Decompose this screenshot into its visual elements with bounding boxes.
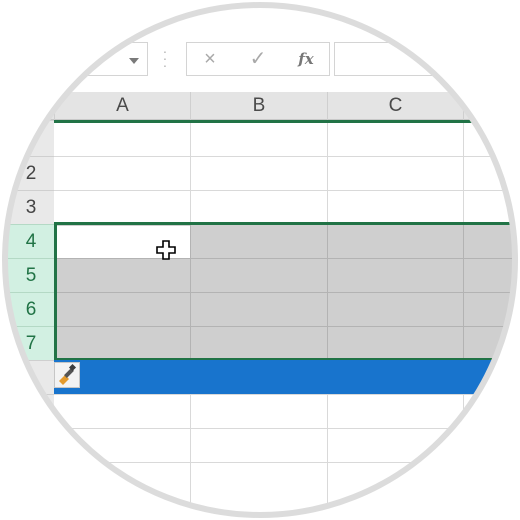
cell-select-cursor-icon <box>156 240 176 260</box>
row-header-3[interactable]: 3 <box>0 190 54 224</box>
row-number: 3 <box>25 197 37 218</box>
selection-border <box>54 222 57 361</box>
column-header-d[interactable] <box>463 92 520 120</box>
row-header-8[interactable] <box>0 360 54 394</box>
row-number: 5 <box>25 265 37 286</box>
grid-line <box>463 225 464 359</box>
row-number: 4 <box>25 231 37 252</box>
excel-window: · · · × ✓ fx A B C 2 3 4 5 6 7 <box>0 0 520 520</box>
column-header-b[interactable]: B <box>190 92 327 120</box>
paste-brush-icon[interactable] <box>54 362 80 388</box>
grid-line <box>327 225 328 359</box>
row-header-2[interactable]: 2 <box>0 156 54 190</box>
row-header-7[interactable]: 7 <box>0 326 54 360</box>
cancel-icon[interactable]: × <box>195 48 225 70</box>
grid-line <box>54 394 520 395</box>
column-header-c[interactable]: C <box>327 92 463 120</box>
grid-line <box>54 428 520 429</box>
magnified-view: · · · × ✓ fx A B C 2 3 4 5 6 7 <box>0 0 520 520</box>
row-number: 7 <box>25 333 37 354</box>
formula-buttons: × ✓ fx <box>186 42 330 76</box>
grid-line <box>54 258 520 259</box>
grid-line <box>190 225 191 359</box>
grid-line <box>54 462 520 463</box>
drag-handle-icon[interactable]: · · · <box>161 44 169 72</box>
grid-line <box>54 156 520 157</box>
column-header-row: A B C <box>0 92 520 120</box>
selection-border <box>54 120 520 123</box>
row-number: 2 <box>25 163 37 184</box>
row-header-4[interactable]: 4 <box>0 224 54 258</box>
grid-line <box>54 326 520 327</box>
formula-bar: · · · × ✓ fx <box>0 0 520 92</box>
row-number: 6 <box>25 299 37 320</box>
highlighted-row[interactable] <box>54 360 520 394</box>
grid-line <box>54 292 520 293</box>
cell-grid[interactable] <box>54 120 520 520</box>
row-header-1[interactable] <box>0 120 54 156</box>
grid-line <box>54 190 520 191</box>
chevron-down-icon[interactable] <box>129 58 139 64</box>
insert-function-button[interactable]: fx <box>291 48 321 70</box>
row-header-5[interactable]: 5 <box>0 258 54 292</box>
formula-input[interactable] <box>334 42 520 76</box>
selection-border <box>54 222 520 225</box>
name-box[interactable] <box>0 42 148 76</box>
column-header-a[interactable]: A <box>54 92 190 120</box>
row-header-9[interactable] <box>0 394 54 520</box>
row-header-6[interactable]: 6 <box>0 292 54 326</box>
enter-icon[interactable]: ✓ <box>243 48 273 70</box>
